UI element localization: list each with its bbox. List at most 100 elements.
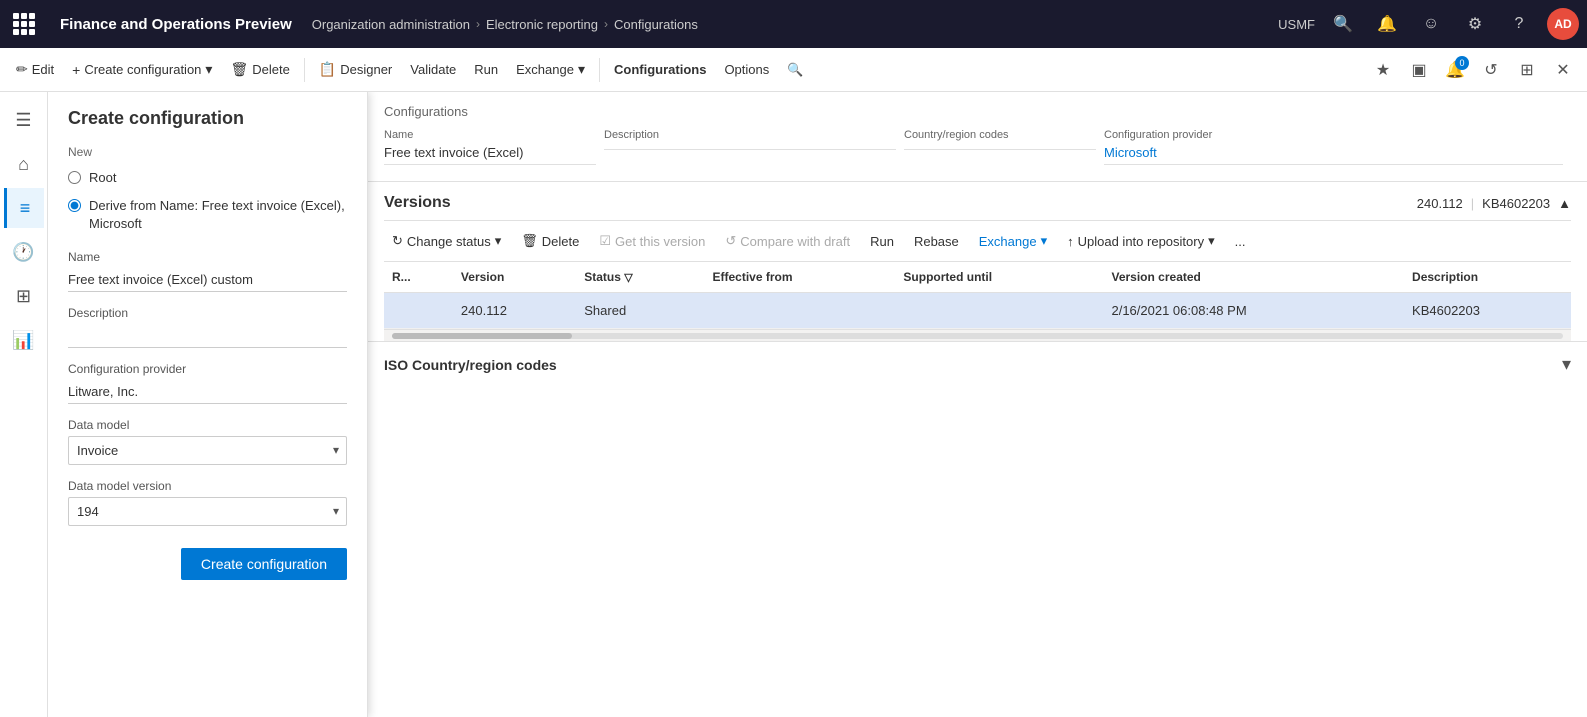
data-model-select[interactable]: Invoice xyxy=(68,436,347,465)
data-model-version-select[interactable]: 194 xyxy=(68,497,347,526)
notification-badge-button[interactable]: 🔔 0 xyxy=(1439,54,1471,86)
versions-exchange-chevron: ▾ xyxy=(1041,233,1048,249)
new-label: New xyxy=(68,145,347,159)
breadcrumb-er[interactable]: Electronic reporting xyxy=(486,17,598,32)
versions-delete-button[interactable]: 🗑 Delete xyxy=(513,229,587,253)
versions-run-button[interactable]: Run xyxy=(862,230,902,253)
provider-field-label: Configuration provider xyxy=(68,362,347,376)
h-scrollbar[interactable] xyxy=(384,329,1571,341)
create-configuration-submit-button[interactable]: Create configuration xyxy=(181,548,347,580)
delete-button[interactable]: 🗑 Delete xyxy=(222,57,297,82)
upload-repository-button[interactable]: ↑ Upload into repository ▾ xyxy=(1059,229,1223,253)
root-option[interactable]: Root xyxy=(68,169,347,187)
cell-description: KB4602203 xyxy=(1404,293,1571,329)
notifications-icon[interactable]: 🔔 xyxy=(1371,8,1403,40)
table-head: R... Version Status ▽ Effe xyxy=(384,262,1571,293)
main-layout: ☰ ⌂ ≡ 🕐 ⊞ 📊 Create configuration New Roo… xyxy=(0,92,1587,717)
exchange-button[interactable]: Exchange ▾ xyxy=(508,57,593,82)
sep-1 xyxy=(304,58,305,82)
versions-exchange-button[interactable]: Exchange ▾ xyxy=(971,229,1055,253)
status-filter-icon[interactable]: ▽ xyxy=(624,272,632,284)
sidebar-clock-icon[interactable]: 🕐 xyxy=(4,232,44,272)
settings-icon[interactable]: ⚙ xyxy=(1459,8,1491,40)
config-country-value xyxy=(904,145,1096,150)
config-provider-value[interactable]: Microsoft xyxy=(1104,145,1563,165)
sidebar-menu-icon[interactable]: ☰ xyxy=(4,100,44,140)
scroll-thumb[interactable] xyxy=(392,333,572,339)
change-status-button[interactable]: ↻ Change status ▾ xyxy=(384,229,509,253)
toolbar-right: ★ ▣ 🔔 0 ↺ ⊞ ✕ xyxy=(1367,54,1579,86)
apps-icon xyxy=(13,13,35,35)
search-icon[interactable]: 🔍 xyxy=(1327,8,1359,40)
notification-badge: 0 xyxy=(1455,56,1469,70)
app-title: Finance and Operations Preview xyxy=(48,16,304,33)
panel-title: Create configuration xyxy=(68,108,347,129)
validate-button[interactable]: Validate xyxy=(402,58,464,81)
versions-table-body: 240.112Shared2/16/2021 06:08:48 PMKB4602… xyxy=(384,293,1571,329)
derive-option[interactable]: Derive from Name: Free text invoice (Exc… xyxy=(68,197,347,233)
data-model-field-group: Data model Invoice ▾ xyxy=(68,418,347,465)
name-field-label: Name xyxy=(68,250,347,264)
config-description-field: Description xyxy=(604,129,904,173)
top-bar: Finance and Operations Preview Organizat… xyxy=(0,0,1587,48)
options-button[interactable]: Options xyxy=(716,58,777,81)
description-field-label: Description xyxy=(68,306,347,320)
sidebar-grid-icon[interactable]: ⊞ xyxy=(4,276,44,316)
run-button[interactable]: Run xyxy=(466,58,506,81)
plus-icon: + xyxy=(72,62,80,78)
breadcrumb-org[interactable]: Organization administration xyxy=(312,17,470,32)
sidebar-list-icon[interactable]: ≡ xyxy=(4,188,44,228)
expand-icon[interactable]: ⊞ xyxy=(1511,54,1543,86)
user-avatar[interactable]: AD xyxy=(1547,8,1579,40)
config-name-value: Free text invoice (Excel) xyxy=(384,145,596,165)
iso-section[interactable]: ISO Country/region codes ▾ xyxy=(368,341,1587,387)
config-name-field: Name Free text invoice (Excel) xyxy=(384,129,604,173)
name-input[interactable] xyxy=(68,268,347,292)
description-input[interactable] xyxy=(68,324,347,348)
description-field-group: Description xyxy=(68,306,347,348)
sidebar-home-icon[interactable]: ⌂ xyxy=(4,144,44,184)
main-toolbar: ✏ Edit + Create configuration ▾ 🗑 Delete… xyxy=(0,48,1587,92)
designer-button[interactable]: 📋 Designer xyxy=(311,57,400,82)
help-icon[interactable]: ? xyxy=(1503,8,1535,40)
table-header-row: R... Version Status ▽ Effe xyxy=(384,262,1571,293)
col-r: R... xyxy=(384,262,453,293)
versions-toolbar: ↻ Change status ▾ 🗑 Delete ☑ Get this ve… xyxy=(384,221,1571,262)
compare-with-draft-button[interactable]: ↺ Compare with draft xyxy=(717,229,858,253)
create-configuration-panel: Create configuration New Root Derive fro… xyxy=(48,92,368,717)
breadcrumb: Organization administration › Electronic… xyxy=(312,17,1270,32)
derive-label: Derive from Name: Free text invoice (Exc… xyxy=(89,197,347,233)
collapse-icon[interactable]: ▲ xyxy=(1558,196,1571,211)
create-configuration-button[interactable]: + Create configuration ▾ xyxy=(64,57,220,82)
version-number: 240.112 xyxy=(1417,196,1463,211)
versions-header: Versions 240.112 | KB4602203 ▲ xyxy=(384,182,1571,221)
right-content: Configurations Name Free text invoice (E… xyxy=(368,92,1587,717)
config-country-field: Country/region codes xyxy=(904,129,1104,173)
toolbar-search-button[interactable]: 🔍 xyxy=(779,58,811,82)
cell-status: Shared xyxy=(576,293,704,329)
apps-launcher[interactable] xyxy=(8,8,40,40)
data-model-version-select-wrap: 194 ▾ xyxy=(68,497,347,526)
cell-version_created: 2/16/2021 06:08:48 PM xyxy=(1103,293,1404,329)
smiley-icon[interactable]: ☺ xyxy=(1415,8,1447,40)
configurations-tab[interactable]: Configurations xyxy=(606,58,714,81)
table-row[interactable]: 240.112Shared2/16/2021 06:08:48 PMKB4602… xyxy=(384,293,1571,329)
edit-button[interactable]: ✏ Edit xyxy=(8,57,62,82)
col-effective-from: Effective from xyxy=(704,262,895,293)
close-icon[interactable]: ✕ xyxy=(1547,54,1579,86)
root-radio[interactable] xyxy=(68,171,81,184)
config-provider-label: Configuration provider xyxy=(1104,129,1563,141)
sidebar-report-icon[interactable]: 📊 xyxy=(4,320,44,360)
favorite-icon[interactable]: ★ xyxy=(1367,54,1399,86)
breadcrumb-configs[interactable]: Configurations xyxy=(614,17,698,32)
meta-sep: | xyxy=(1471,196,1474,211)
derive-radio[interactable] xyxy=(68,199,81,212)
panel-icon[interactable]: ▣ xyxy=(1403,54,1435,86)
root-label: Root xyxy=(89,169,116,187)
breadcrumb-chevron-1: › xyxy=(476,17,480,31)
get-this-version-button[interactable]: ☑ Get this version xyxy=(591,229,713,253)
more-button[interactable]: ... xyxy=(1227,230,1254,253)
rebase-button[interactable]: Rebase xyxy=(906,230,967,253)
delete-icon: 🗑 xyxy=(230,61,248,78)
refresh-icon[interactable]: ↺ xyxy=(1475,54,1507,86)
